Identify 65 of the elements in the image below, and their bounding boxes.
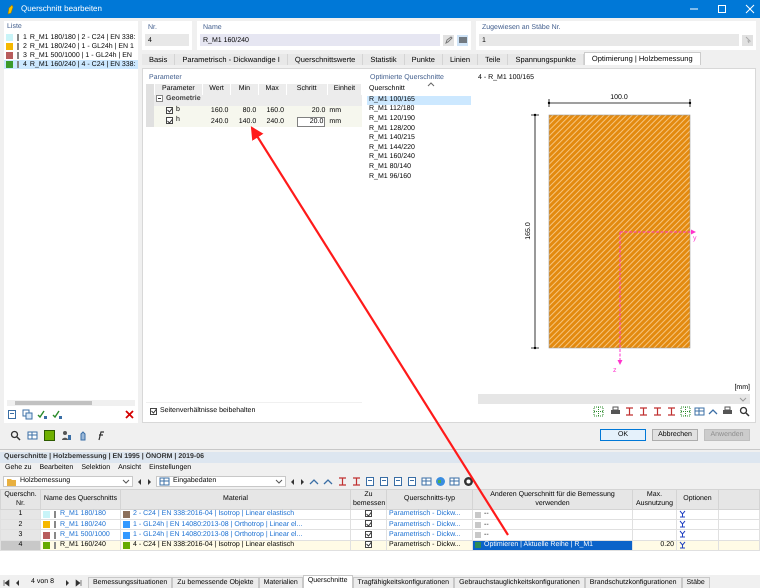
next-icon[interactable] — [146, 478, 153, 486]
bar-icon — [53, 532, 57, 539]
close-icon[interactable] — [745, 4, 755, 14]
window-title: Querschnitt bearbeiten — [21, 4, 102, 14]
checkbox[interactable] — [365, 510, 372, 518]
bar-icon — [16, 43, 20, 50]
table-icon[interactable] — [27, 430, 38, 440]
checkbox[interactable] — [166, 117, 173, 124]
beam-icon[interactable] — [351, 476, 362, 487]
bar-icon — [16, 61, 20, 68]
checkbox[interactable] — [150, 408, 157, 414]
options-icon[interactable] — [679, 510, 686, 518]
first-icon[interactable] — [3, 578, 10, 586]
print-icon[interactable] — [610, 406, 621, 417]
next-icon[interactable] — [64, 578, 71, 586]
list-icon[interactable] — [379, 476, 390, 487]
library-button[interactable] — [457, 34, 468, 46]
checkbox[interactable] — [166, 106, 173, 114]
table-icon — [159, 476, 170, 487]
beam-icon[interactable] — [638, 406, 649, 417]
check-icon[interactable] — [37, 409, 48, 420]
bar-icon — [16, 52, 20, 60]
next-icon[interactable] — [299, 478, 306, 486]
options-icon[interactable] — [679, 530, 686, 538]
check-icon[interactable] — [52, 409, 63, 420]
previous-icon[interactable] — [136, 478, 143, 486]
bar-icon — [53, 511, 57, 518]
beam-icon[interactable] — [337, 476, 348, 487]
bar-icon — [53, 521, 57, 528]
maximize-icon[interactable] — [717, 4, 727, 14]
delete-icon[interactable] — [124, 409, 135, 420]
folder-icon — [6, 476, 17, 487]
table-icon[interactable] — [449, 476, 460, 487]
options-icon[interactable] — [679, 540, 686, 549]
sort-icon[interactable] — [427, 82, 435, 88]
app-icon — [5, 4, 15, 14]
person-icon[interactable] — [61, 430, 72, 440]
checkbox[interactable] — [365, 530, 372, 538]
new-icon[interactable] — [7, 409, 18, 420]
beam-icon[interactable] — [666, 406, 677, 417]
previous-icon[interactable] — [289, 478, 296, 486]
search-icon[interactable] — [739, 406, 750, 417]
previous-icon[interactable] — [14, 578, 21, 586]
caret-icon — [739, 396, 747, 402]
list-icon[interactable] — [393, 476, 404, 487]
checkbox[interactable] — [365, 520, 372, 528]
list-icon[interactable] — [407, 476, 418, 487]
collapse-icon[interactable] — [156, 95, 163, 102]
scrollbar[interactable] — [7, 400, 135, 406]
color-icon[interactable] — [44, 430, 55, 440]
bar-icon — [53, 542, 57, 549]
bar-icon — [16, 34, 20, 42]
list-icon[interactable] — [365, 476, 376, 487]
caret-icon — [275, 478, 283, 485]
beam-icon[interactable] — [624, 406, 635, 417]
grid-icon[interactable] — [680, 406, 691, 417]
table-icon[interactable] — [694, 406, 705, 417]
last-icon[interactable] — [74, 578, 82, 586]
options-icon[interactable] — [679, 520, 686, 528]
beam-icon[interactable] — [652, 406, 663, 417]
caret-icon — [122, 478, 130, 485]
edit-button[interactable] — [443, 34, 454, 46]
search-icon[interactable] — [10, 430, 21, 440]
table-icon[interactable] — [421, 476, 432, 487]
copy-icon[interactable] — [22, 409, 33, 420]
